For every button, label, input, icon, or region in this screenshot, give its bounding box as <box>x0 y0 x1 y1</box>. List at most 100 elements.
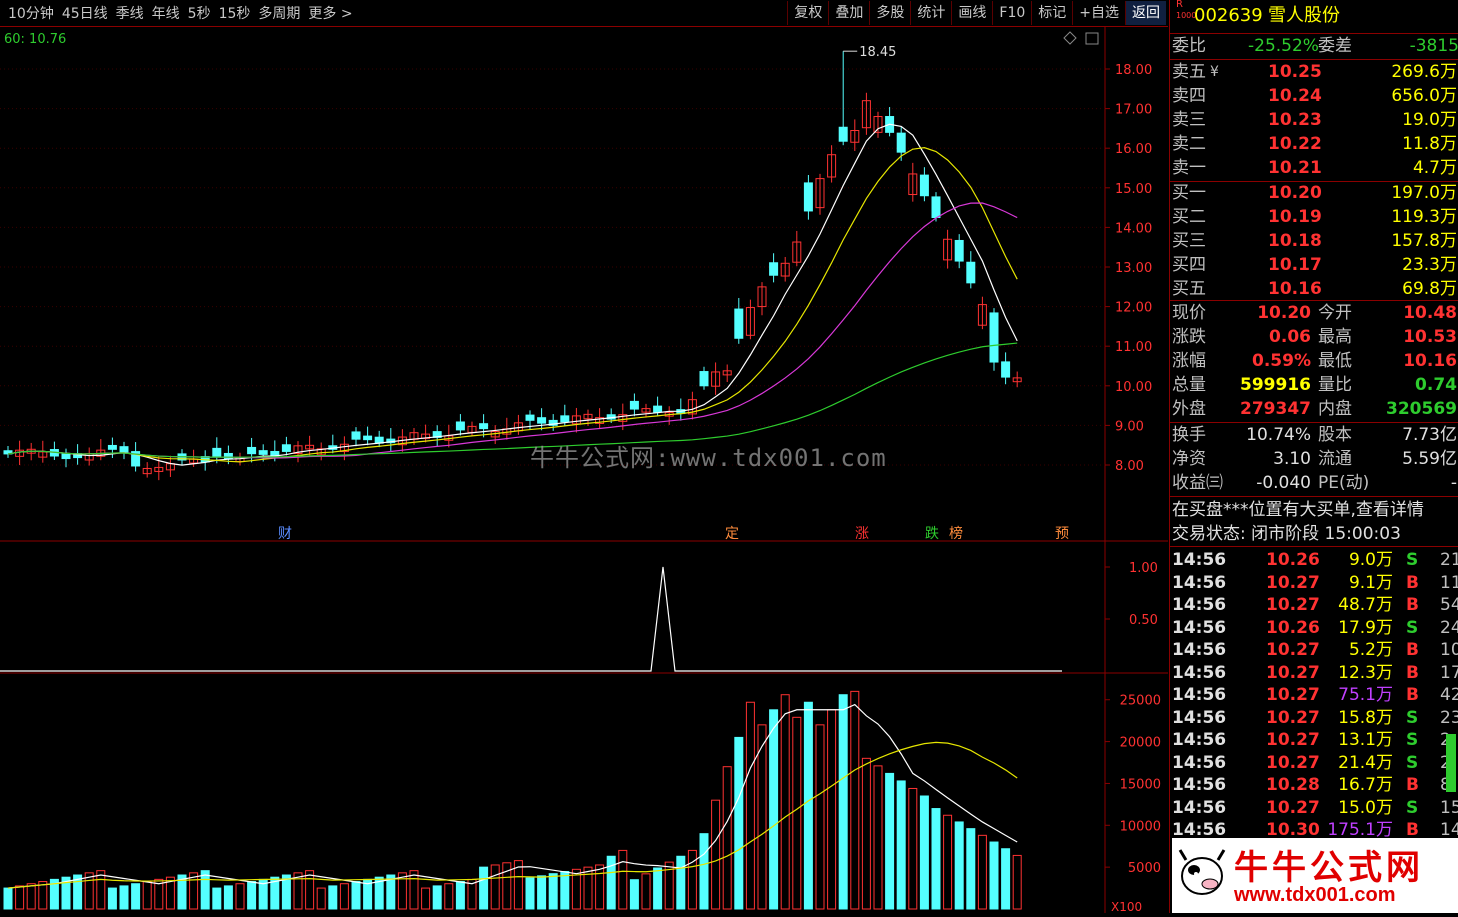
volume-bar <box>409 870 419 910</box>
big-order-message[interactable]: 在买盘***位置有大买单,查看详情 <box>1170 499 1458 522</box>
bid-label: 买一 <box>1172 183 1206 203</box>
stat-row[interactable]: 总量 599916 量比 0.74 <box>1170 374 1458 397</box>
tick-count: 23 <box>1440 707 1458 728</box>
stat-label: 外盘 <box>1172 399 1206 419</box>
period-tab-5[interactable]: 15秒 <box>219 3 251 23</box>
ma20-line <box>7 202 1018 459</box>
stock-code: 002639 <box>1194 5 1263 26</box>
ask-row[interactable]: 卖一 10.21 4.7万 <box>1170 157 1458 180</box>
trade-tick-row[interactable]: 14:56 10.27 15.0万 S 15 <box>1170 797 1458 820</box>
tool-button-8[interactable]: 返回 <box>1125 1 1166 25</box>
tick-price: 10.27 <box>1266 640 1320 660</box>
volume-bar <box>560 871 570 910</box>
tool-button-3[interactable]: 统计 <box>910 1 951 25</box>
stat-value: -0.040 <box>1256 473 1311 493</box>
stat-row[interactable]: 涨跌 0.06 最高 10.53 <box>1170 326 1458 349</box>
trade-tick-row[interactable]: 14:56 10.27 75.1万 B 42 <box>1170 684 1458 707</box>
period-tab-7[interactable]: 更多 > <box>308 3 352 23</box>
trade-tick-row[interactable]: 14:56 10.27 12.3万 B 17 <box>1170 662 1458 685</box>
ask-label: 卖四 <box>1172 86 1206 106</box>
tick-side: S <box>1406 797 1419 818</box>
quote-panel: R 1000 002639 雪人股份 委比 -25.52% 委差 -3815 卖… <box>1169 0 1458 913</box>
tool-buttons: 复权 叠加 多股 统计 画线 F10 标记 +自选 返回 <box>787 0 1166 26</box>
bid-price: 10.16 <box>1268 279 1322 299</box>
volume-bar <box>421 887 431 910</box>
tool-button-7[interactable]: +自选 <box>1072 1 1125 25</box>
tool-button-2[interactable]: 多股 <box>869 1 910 25</box>
ask-row[interactable]: 卖四 10.24 656.0万 <box>1170 85 1458 108</box>
trade-tick-row[interactable]: 14:56 10.27 15.8万 S 23 <box>1170 707 1458 730</box>
candle-body <box>989 312 999 363</box>
tool-button-0[interactable]: 复权 <box>787 1 828 25</box>
candle-body <box>351 431 361 440</box>
bid-row[interactable]: 买四 10.17 23.3万 <box>1170 254 1458 277</box>
stat-value: 0.59% <box>1252 351 1311 371</box>
stat-label: 涨跌 <box>1172 327 1206 347</box>
tick-volume: 15.0万 <box>1338 797 1393 818</box>
stat-row[interactable]: 换手 10.74% 股本 7.73亿 <box>1170 424 1458 447</box>
volume-bar <box>769 709 779 910</box>
trade-tick-row[interactable]: 14:56 10.27 48.7万 B 54 <box>1170 594 1458 617</box>
tool-button-4[interactable]: 画线 <box>951 1 992 25</box>
period-tab-0[interactable]: 10分钟 <box>8 3 54 23</box>
stat-label-2: 今开 <box>1318 303 1352 323</box>
ask-price: 10.25 <box>1268 62 1322 82</box>
volume-bar <box>119 885 129 910</box>
stat-value-2: 5.59亿 <box>1402 449 1457 469</box>
stat-row[interactable]: 涨幅 0.59% 最低 10.16 <box>1170 350 1458 373</box>
volume-bar <box>328 885 338 910</box>
period-tab-1[interactable]: 45日线 <box>62 3 108 23</box>
bid-row[interactable]: 买五 10.16 69.8万 <box>1170 278 1458 301</box>
candle-body <box>954 239 964 262</box>
volume-ma20-line <box>7 741 1018 889</box>
stock-name[interactable]: 雪人股份 <box>1268 4 1340 27</box>
tool-button-5[interactable]: F10 <box>992 1 1031 25</box>
period-tab-6[interactable]: 多周期 <box>258 3 300 23</box>
tick-time: 14:56 <box>1172 617 1227 638</box>
y-tick-label: 14.00 <box>1115 221 1152 236</box>
ask-price: 10.22 <box>1268 134 1322 154</box>
tick-time: 14:56 <box>1172 707 1227 728</box>
tick-time: 14:56 <box>1172 662 1227 683</box>
tick-count: 15 <box>1440 797 1458 818</box>
ask-row[interactable]: 卖三 10.23 19.0万 <box>1170 109 1458 132</box>
stat-row[interactable]: 外盘 279347 内盘 320569 <box>1170 398 1458 421</box>
trade-tick-row[interactable]: 14:5610.2713.1万S2 <box>1170 729 1458 752</box>
stock-header: R 1000 002639 雪人股份 <box>1170 0 1458 28</box>
weibi-label: 委比 <box>1172 36 1206 56</box>
stat-row[interactable]: 收益㈢ -0.040 PE(动) - <box>1170 472 1458 495</box>
volume-bar <box>989 841 999 910</box>
tool-button-6[interactable]: 标记 <box>1031 1 1072 25</box>
bid-row[interactable]: 买一 10.20 197.0万 <box>1170 182 1458 205</box>
trade-tick-row[interactable]: 14:56 10.27 9.1万 B 11 <box>1170 572 1458 595</box>
bid-price: 10.19 <box>1268 207 1322 227</box>
volume-tick-label: 20000 <box>1120 736 1161 751</box>
period-tab-2[interactable]: 季线 <box>116 3 144 23</box>
trade-tick-row[interactable]: 14:56 10.27 5.2万 B 10 <box>1170 639 1458 662</box>
stat-row[interactable]: 现价 10.20 今开 10.48 <box>1170 302 1458 325</box>
bid-row[interactable]: 买三 10.18 157.8万 <box>1170 230 1458 253</box>
candle-body <box>699 371 709 387</box>
tick-side: B <box>1406 685 1419 705</box>
trade-status: 交易状态: 闭市阶段 15:00:03 <box>1170 523 1458 546</box>
volume-bar <box>873 765 883 910</box>
stat-row[interactable]: 净资 3.10 流通 5.59亿 <box>1170 448 1458 471</box>
ask-row[interactable]: 卖五 10.25 269.6万 ¥ <box>1170 61 1458 84</box>
trade-tick-row[interactable]: 14:5610.2721.4万S2 <box>1170 752 1458 775</box>
period-tab-4[interactable]: 5秒 <box>188 3 211 23</box>
bid-row[interactable]: 买二 10.19 119.3万 <box>1170 206 1458 229</box>
trade-tick-row[interactable]: 14:56 10.26 17.9万 S 24 <box>1170 617 1458 640</box>
ask-row[interactable]: 卖二 10.22 11.8万 <box>1170 133 1458 156</box>
high-label: 18.45 <box>859 45 896 60</box>
volume-bar <box>966 828 976 910</box>
tool-button-1[interactable]: 叠加 <box>828 1 869 25</box>
tick-scroll-indicator[interactable] <box>1446 734 1456 792</box>
period-tab-3[interactable]: 年线 <box>152 3 180 23</box>
trade-tick-row[interactable]: 14:5610.2816.7万B8 <box>1170 774 1458 797</box>
y-tick-label: 16.00 <box>1115 142 1152 157</box>
candle-body <box>734 308 744 339</box>
tick-volume: 12.3万 <box>1338 662 1393 683</box>
trade-tick-row[interactable]: 14:56 10.26 9.0万 S 21 <box>1170 549 1458 572</box>
stat-label: 涨幅 <box>1172 351 1206 371</box>
volume-bar <box>247 881 257 910</box>
